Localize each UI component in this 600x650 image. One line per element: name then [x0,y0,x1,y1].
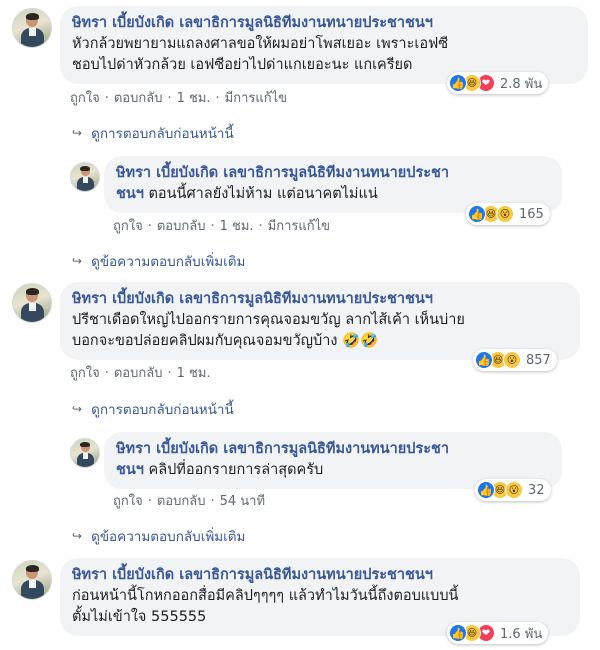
reaction-count: 2.8 พัน [500,76,543,92]
separator-dot: · [215,91,220,106]
reply-arrow-icon: ↪ [72,402,83,416]
wow-icon: 😮 [496,205,514,223]
separator-dot: · [167,91,172,106]
separator-dot: · [210,494,215,509]
reaction-summary[interactable]: 👍 😆 😮 32 [475,479,551,501]
edited-label[interactable]: มีการแก้ไข [268,219,330,234]
wow-icon: 😮 [505,481,523,499]
separator-dot: · [104,91,109,106]
reply-author-name-cont[interactable]: ชนฯ [116,462,144,478]
like-button[interactable]: ถูกใจ [113,219,143,234]
comment-author-name[interactable]: ษิทรา เบี้ยบังเกิด เลขาธิการมูลนิธิทีมงา… [72,289,568,310]
comment-text: ก่อนหน้านี้โกหกออกสื่อมีคลิปๆๆๆๆ แล้วทำไ… [72,588,459,604]
view-previous-replies-label: ดูการตอบกลับก่อนหน้านี้ [91,126,234,142]
avatar[interactable] [12,560,52,600]
reply-actions: ถูกใจ · ตอบกลับ · 54 นาที [113,490,265,511]
reply-arrow-icon: ↪ [72,529,83,543]
avatar[interactable] [12,283,52,323]
reply-text: ตอนนี้ศาลยังไม่ห้าม แต่อนาคตไม่แน่ [148,186,378,202]
like-button[interactable]: ถูกใจ [113,494,143,509]
reaction-summary[interactable]: 👍 😆 ❤ 1.6 พัน [447,622,549,644]
reply-arrow-icon: ↪ [72,254,83,268]
avatar[interactable] [12,8,52,48]
timestamp[interactable]: 1 ชม. [177,366,211,381]
reply-button[interactable]: ตอบกลับ [114,366,163,381]
like-icon: 👍 [449,624,467,642]
comment-text: หัวกล้วยพยายามแถลงศาลขอให้ผมอย่าโพสเยอะ … [72,36,449,52]
comment-author-name[interactable]: ษิทรา เบี้ยบังเกิด เลขาธิการมูลนิธิทีมงา… [72,13,576,34]
view-previous-replies-label: ดูการตอบกลับก่อนหน้านี้ [91,402,234,418]
timestamp[interactable]: 54 นาที [220,494,265,509]
reaction-summary[interactable]: 👍 😆 ❤ 2.8 พัน [447,72,549,94]
reply-arrow-icon: ↪ [72,126,83,140]
separator-dot: · [147,494,152,509]
view-more-replies-label: ดูข้อความตอบกลับเพิ่มเติม [91,529,246,545]
reply-text: คลิปที่ออกรายการล่าสุดครับ [148,462,324,478]
reaction-summary[interactable]: 👍 😆 😮 165 [466,203,550,225]
comment-actions: ถูกใจ · ตอบกลับ · 1 ชม. [70,362,211,383]
view-more-replies-link[interactable]: ↪ ดูข้อความตอบกลับเพิ่มเติม [72,525,245,547]
comment-text: ปรีชาเดือดใหญ่ไปออกรายการคุณจอมขวัญ ลากไ… [72,312,465,328]
reply-button[interactable]: ตอบกลับ [157,494,206,509]
avatar[interactable] [70,438,100,468]
reply-button[interactable]: ตอบกลับ [157,219,206,234]
wow-icon: 😮 [503,351,521,369]
separator-dot: · [167,366,172,381]
avatar[interactable] [70,162,100,192]
reaction-count: 1.6 พัน [500,626,543,642]
reaction-count: 165 [519,206,544,222]
reply-author-name[interactable]: ษิทรา เบี้ยบังเกิด เลขาธิการมูลนิธิทีมงา… [116,441,449,457]
reaction-summary[interactable]: 👍 😆 😮 857 [473,349,557,371]
separator-dot: · [104,366,109,381]
like-button[interactable]: ถูกใจ [70,91,100,106]
reply-button[interactable]: ตอบกลับ [114,91,163,106]
view-previous-replies-link[interactable]: ↪ ดูการตอบกลับก่อนหน้านี้ [72,122,234,144]
reply-author-name-cont[interactable]: ชนฯ [116,186,144,202]
reply-actions: ถูกใจ · ตอบกลับ · 1 ชม. · มีการแก้ไข [113,215,330,236]
timestamp[interactable]: 1 ชม. [177,91,211,106]
comment-actions: ถูกใจ · ตอบกลับ · 1 ชม. · มีการแก้ไข [70,87,287,108]
like-icon: 👍 [477,481,495,499]
like-button[interactable]: ถูกใจ [70,366,100,381]
view-more-replies-link[interactable]: ↪ ดูข้อความตอบกลับเพิ่มเติม [72,250,245,272]
edited-label[interactable]: มีการแก้ไข [225,91,287,106]
like-icon: 👍 [468,205,486,223]
reaction-count: 857 [526,352,551,368]
view-previous-replies-link[interactable]: ↪ ดูการตอบกลับก่อนหน้านี้ [72,398,234,420]
like-icon: 👍 [449,74,467,92]
separator-dot: · [210,219,215,234]
separator-dot: · [147,219,152,234]
like-icon: 👍 [475,351,493,369]
timestamp[interactable]: 1 ชม. [220,219,254,234]
reaction-count: 32 [528,482,545,498]
reply-author-name[interactable]: ษิทรา เบี้ยบังเกิด เลขาธิการมูลนิธิทีมงา… [116,165,449,181]
comment-author-name[interactable]: ษิทรา เบี้ยบังเกิด เลขาธิการมูลนิธิทีมงา… [72,565,568,586]
view-more-replies-label: ดูข้อความตอบกลับเพิ่มเติม [91,254,246,270]
separator-dot: · [258,219,263,234]
